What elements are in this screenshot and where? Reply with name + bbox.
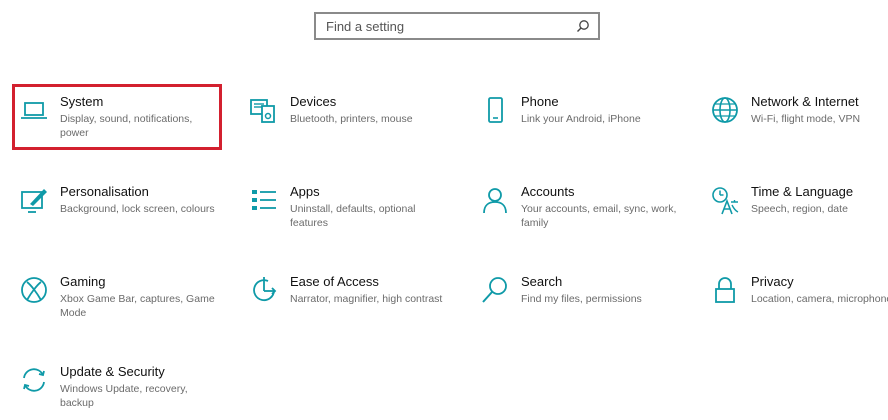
tile-devices[interactable]: Devices Bluetooth, printers, mouse — [242, 84, 452, 150]
tile-privacy[interactable]: Privacy Location, camera, microphone — [703, 264, 888, 330]
tile-search[interactable]: Search Find my files, permissions — [473, 264, 683, 330]
tile-description: Link your Android, iPhone — [521, 113, 641, 125]
tile-gaming[interactable]: Gaming Xbox Game Bar, captures, Game Mod… — [12, 264, 222, 330]
tile-title: Devices — [290, 94, 337, 109]
tile-ease-of-access[interactable]: Ease of Access Narrator, magnifier, high… — [242, 264, 452, 330]
apps-list-icon — [248, 184, 280, 216]
lock-icon — [709, 274, 741, 306]
tile-update-security[interactable]: Update & Security Windows Update, recove… — [12, 354, 222, 420]
phone-icon — [479, 94, 511, 126]
tile-title: Personalisation — [60, 184, 149, 199]
tile-description: Xbox Game Bar, captures, Game Mode — [60, 293, 215, 319]
tile-time-language[interactable]: Time & Language Speech, region, date — [703, 174, 888, 240]
tile-accounts[interactable]: Accounts Your accounts, email, sync, wor… — [473, 174, 683, 240]
tile-description: Uninstall, defaults, optional features — [290, 203, 416, 229]
paint-icon — [18, 184, 50, 216]
tile-title: Phone — [521, 94, 559, 109]
tile-title: Time & Language — [751, 184, 854, 199]
tile-title: Accounts — [521, 184, 575, 199]
tile-system[interactable]: System Display, sound, notifications, po… — [12, 84, 222, 150]
globe-icon — [709, 94, 741, 126]
tile-title: Search — [521, 274, 563, 289]
tile-description: Wi-Fi, flight mode, VPN — [751, 113, 861, 125]
find-setting-search-box[interactable] — [314, 12, 600, 40]
tile-apps[interactable]: Apps Uninstall, defaults, optional featu… — [242, 174, 452, 240]
tile-network-internet[interactable]: Network & Internet Wi-Fi, flight mode, V… — [703, 84, 888, 150]
ease-of-access-icon — [248, 274, 280, 306]
tile-title: Gaming — [60, 274, 106, 289]
tile-description: Your accounts, email, sync, work, family — [521, 203, 677, 229]
search-icon[interactable] — [572, 15, 594, 37]
tile-title: Network & Internet — [751, 94, 859, 109]
tile-description: Find my files, permissions — [521, 293, 642, 305]
tile-title: Ease of Access — [290, 274, 379, 289]
devices-icon — [248, 94, 280, 126]
tile-description: Background, lock screen, colours — [60, 203, 215, 215]
search-input[interactable] — [316, 14, 572, 38]
tile-personalisation[interactable]: Personalisation Background, lock screen,… — [12, 174, 222, 240]
tile-description: Bluetooth, printers, mouse — [290, 113, 413, 125]
tile-title: Update & Security — [60, 364, 165, 379]
tile-description: Location, camera, microphone — [751, 293, 888, 305]
tile-description: Display, sound, notifications, power — [60, 113, 193, 139]
tile-title: Privacy — [751, 274, 794, 289]
sync-icon — [18, 364, 50, 396]
tile-title: Apps — [290, 184, 320, 199]
person-icon — [479, 184, 511, 216]
search-icon — [479, 274, 511, 306]
tile-phone[interactable]: Phone Link your Android, iPhone — [473, 84, 683, 150]
tile-description: Windows Update, recovery, backup — [60, 383, 188, 409]
tile-description: Speech, region, date — [751, 203, 848, 215]
tile-title: System — [60, 94, 104, 109]
time-language-icon — [709, 184, 741, 216]
tile-description: Narrator, magnifier, high contrast — [290, 293, 443, 305]
laptop-icon — [18, 94, 50, 126]
xbox-icon — [18, 274, 50, 306]
